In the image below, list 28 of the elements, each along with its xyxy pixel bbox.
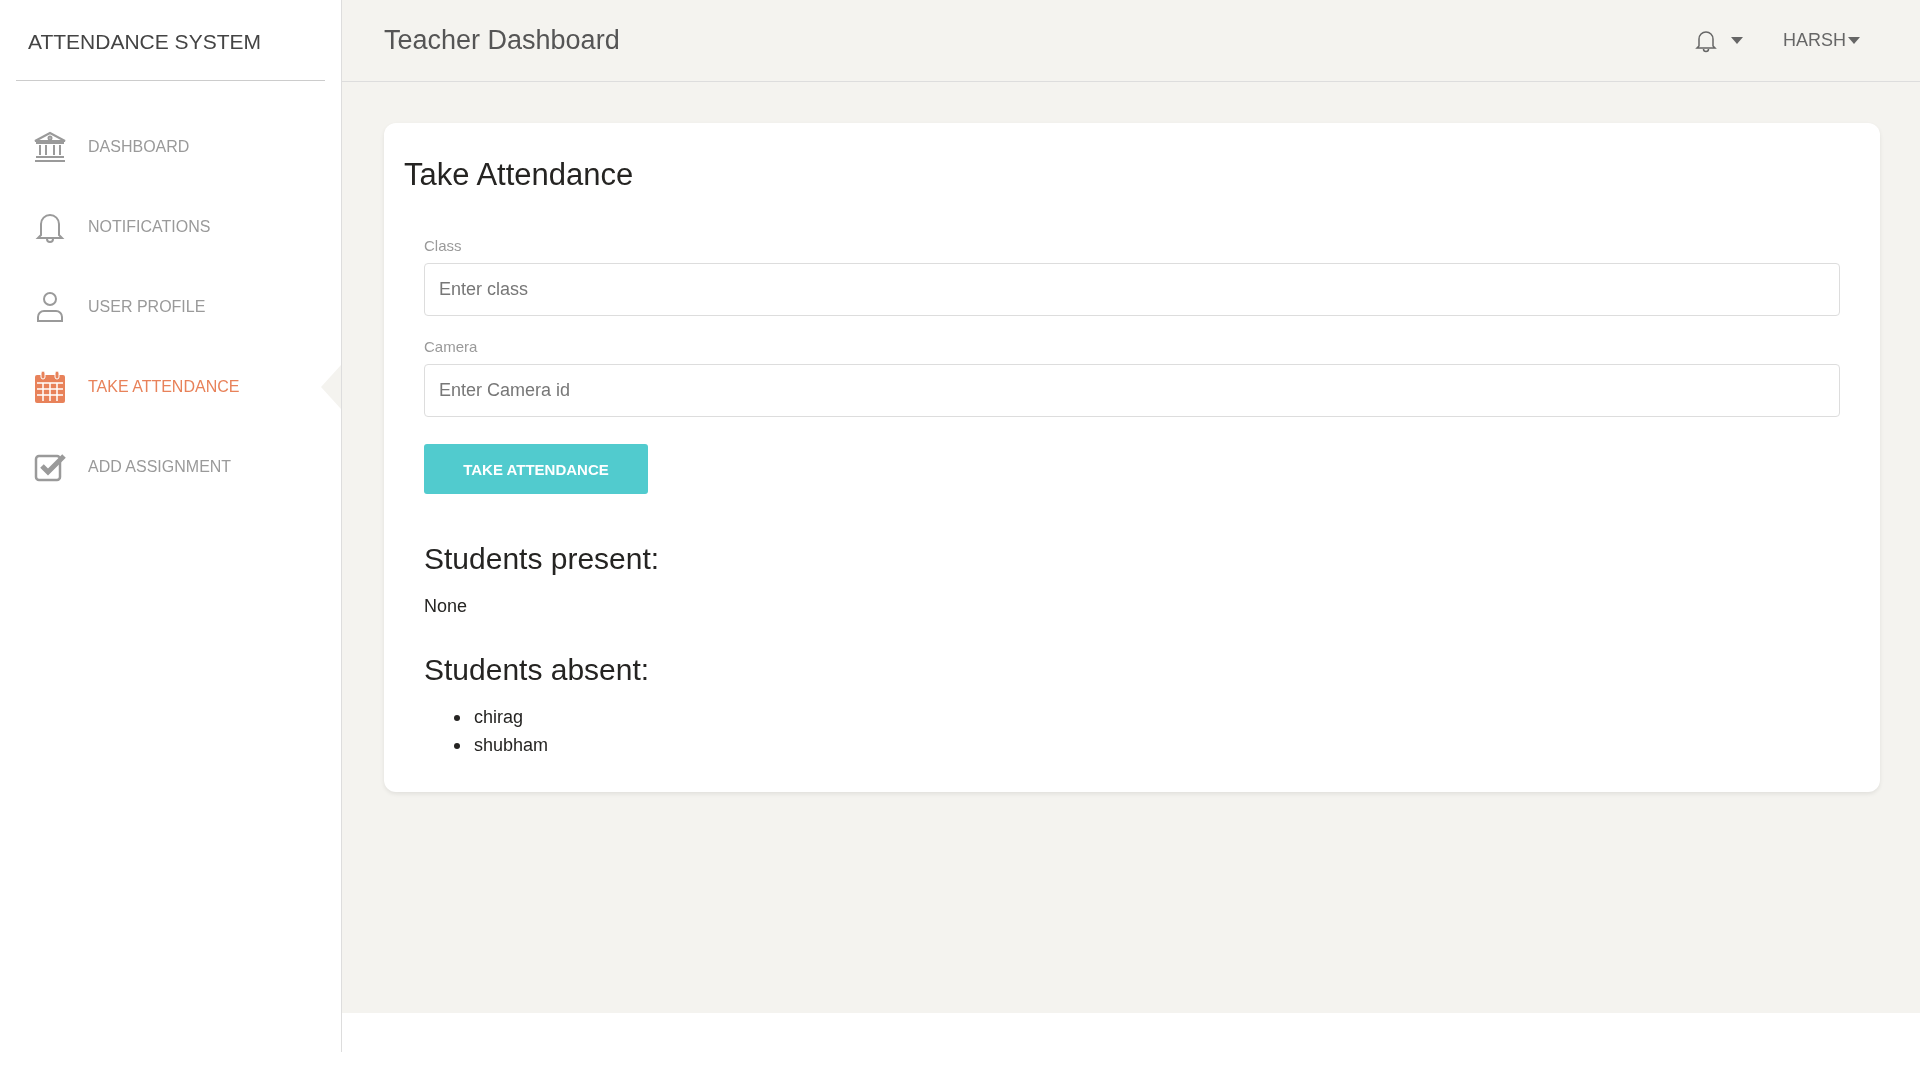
section-heading: Students absent: — [424, 653, 651, 687]
nav-link[interactable]: DASHBOARD — [0, 125, 341, 169]
caret-icon — [1731, 37, 1743, 44]
user-icon — [36, 291, 64, 323]
notifications-button[interactable] — [1695, 28, 1743, 53]
page-title: Teacher Dashboard — [384, 25, 620, 56]
caret-icon — [1848, 37, 1860, 44]
input-field[interactable]: Enter class — [424, 263, 1840, 316]
student-name: chirag — [474, 707, 524, 728]
user-menu-button[interactable]: HARSH — [1783, 30, 1860, 51]
bullet-icon — [454, 714, 460, 721]
student-name: shubham — [474, 735, 549, 756]
nav-link[interactable]: USER PROFILE — [0, 285, 341, 329]
nav-link[interactable]: NOTIFICATIONS — [0, 205, 341, 249]
field-label: Camera — [424, 338, 478, 355]
field-label: Class — [424, 237, 462, 254]
calendar-icon — [34, 370, 66, 404]
bullet-icon — [454, 742, 460, 749]
bank-icon — [33, 131, 67, 163]
nav-link[interactable]: ADD ASSIGNMENT — [0, 445, 341, 489]
take-attendance-button[interactable]: TAKE ATTENDANCE — [424, 444, 648, 494]
checkbox-icon — [34, 451, 66, 483]
brand-title: ATTENDANCE SYSTEM — [16, 0, 325, 81]
input-field[interactable]: Enter Camera id — [424, 364, 1840, 417]
bell-icon — [1695, 28, 1717, 53]
present-text: None — [424, 596, 469, 617]
section-heading: Students present: — [424, 542, 661, 576]
card-title: Take Attendance — [404, 157, 635, 193]
